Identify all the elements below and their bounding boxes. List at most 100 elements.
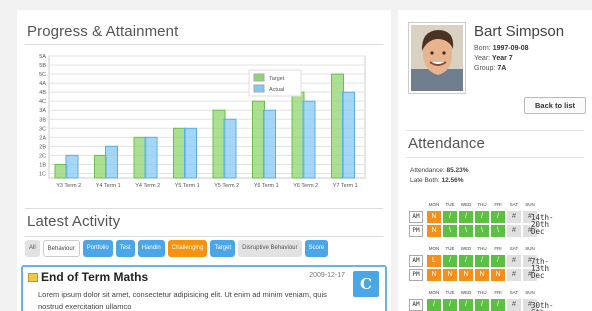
bar-target	[252, 100, 265, 179]
activity-title: Latest Activity	[27, 213, 121, 230]
attendance-cell[interactable]: /	[443, 255, 457, 267]
week-label-line: Dec	[531, 271, 545, 280]
x-tick-label: Y7 Term 1	[333, 183, 358, 189]
attendance-week: MON TUE WED THU FRI SAT SUN AM N / / / / # # PM N \ \ \ \ # #	[409, 202, 537, 237]
x-tick-label: Y6 Term 1	[254, 183, 279, 189]
attendance-cell[interactable]: \	[491, 225, 505, 237]
attendance-cell[interactable]: N	[427, 225, 441, 237]
activity-card-body: Lorem ipsum dolor sit amet, consectetur …	[38, 290, 327, 311]
day-label: FRI	[494, 290, 502, 295]
bar-target	[133, 136, 147, 179]
x-tick-label: Y4 Term 2	[135, 183, 160, 189]
attendance-cell[interactable]: \	[475, 225, 489, 237]
student-photo	[408, 22, 466, 94]
attendance-cell[interactable]: #	[507, 211, 521, 223]
group-label: Group:	[474, 65, 496, 72]
attendance-value: 85.23%	[446, 167, 469, 174]
y-tick-label: 3B	[39, 117, 46, 123]
y-tick-label: 4A	[39, 81, 46, 87]
week-label: 7th- 13th Dec	[531, 258, 549, 280]
attendance-cell[interactable]: N	[427, 269, 441, 281]
y-tick-label: 2A	[39, 135, 46, 141]
divider	[406, 157, 584, 158]
filter-chip-challenging[interactable]: Challenging	[167, 240, 208, 257]
attendance-cell[interactable]: /	[443, 211, 457, 223]
attendance-cell[interactable]: \	[443, 225, 457, 237]
day-label: MON	[428, 290, 440, 295]
x-tick-label: Y5 Term 2	[214, 183, 239, 189]
y-tick-label: 5C	[39, 72, 46, 78]
y-tick-label: 1C	[39, 171, 46, 177]
attendance-cell[interactable]: /	[475, 255, 489, 267]
attendance-cell[interactable]: \	[459, 225, 473, 237]
day-label: SAT	[509, 246, 519, 251]
y-tick-label: 4C	[39, 99, 46, 105]
attendance-cell[interactable]: #	[507, 299, 521, 311]
activity-card-date: 2009-12-17	[309, 272, 345, 279]
attendance-cell[interactable]: N	[491, 269, 505, 281]
day-header: MON TUE WED THU FRI SAT SUN	[427, 246, 537, 253]
activity-filters: All Behaviour Portfolio Test Handin Challengi…	[25, 240, 329, 257]
attendance-cell[interactable]: /	[491, 211, 505, 223]
grade-badge: C	[353, 271, 379, 297]
attendance-cell[interactable]: N	[459, 269, 473, 281]
attendance-cell[interactable]: L	[427, 255, 441, 267]
attendance-stats: Attendance: 85.23% Late Both: 12.56%	[410, 166, 469, 186]
bar-target	[173, 127, 186, 179]
legend-swatch	[253, 73, 265, 82]
attendance-cell[interactable]: /	[491, 255, 505, 267]
filter-chip-all[interactable]: All	[25, 240, 40, 257]
day-label: SAT	[509, 202, 519, 207]
filter-chip-disruptive-behaviour[interactable]: Disruptive Behaviour	[238, 240, 302, 257]
attendance-cell[interactable]: /	[459, 255, 473, 267]
session-row-am: AM N / / / / # #	[409, 211, 537, 223]
attendance-cell[interactable]: /	[443, 299, 457, 311]
year-value: Year 7	[492, 55, 513, 62]
divider	[25, 44, 383, 45]
attendance-cell[interactable]: /	[459, 299, 473, 311]
day-label: FRI	[494, 246, 502, 251]
day-label: WED	[460, 202, 472, 207]
day-label: SUN	[525, 246, 535, 251]
filter-chip-portfolio[interactable]: Portfolio	[82, 240, 113, 257]
filter-chip-behaviour[interactable]: Behaviour	[42, 240, 80, 257]
student-photo-image	[411, 25, 463, 91]
activity-card[interactable]: End of Term Maths 2009-12-17 C Lorem ips…	[21, 265, 387, 311]
day-label: TUE	[445, 290, 455, 295]
y-tick-label: 5A	[39, 54, 46, 60]
attendance-cell[interactable]: /	[475, 211, 489, 223]
back-to-list-button[interactable]: Back to list	[524, 97, 586, 114]
filter-chip-handin[interactable]: Handin	[137, 240, 165, 257]
day-label: SUN	[525, 202, 535, 207]
student-details: Born: 1997-09-08 Year: Year 7 Group: 7A	[474, 44, 529, 74]
divider	[25, 236, 383, 237]
sidebar: Bart Simpson Born: 1997-09-08 Year: Year…	[398, 10, 592, 311]
attendance-title: Attendance	[408, 135, 485, 152]
attendance-cell[interactable]: N	[443, 269, 457, 281]
student-name: Bart Simpson	[474, 23, 565, 40]
attendance-cell[interactable]: N	[427, 211, 441, 223]
day-label: FRI	[494, 202, 502, 207]
attendance-week: MON TUE WED THU FRI SAT SUN AM L / / / / # # PM N N N N N # #	[409, 246, 537, 281]
legend-label: Actual	[269, 87, 284, 93]
attendance-cell[interactable]: /	[459, 211, 473, 223]
filter-chip-target[interactable]: Target	[210, 240, 236, 257]
y-tick-label: 2C	[39, 153, 46, 159]
activity-card-title: End of Term Maths	[41, 270, 149, 284]
filter-chip-test[interactable]: Test	[115, 240, 135, 257]
x-tick-label: Y5 Term 1	[175, 183, 200, 189]
day-label: THU	[477, 246, 487, 251]
bar-target	[94, 154, 107, 179]
attendance-cell[interactable]: #	[507, 225, 521, 237]
attendance-label: Attendance:	[410, 167, 445, 174]
attendance-cell[interactable]: /	[427, 299, 441, 311]
y-tick-label: 5B	[39, 63, 46, 69]
session-row-am: AM L / / / / # #	[409, 255, 537, 267]
filter-chip-score[interactable]: Score	[304, 240, 329, 257]
group-value: 7A	[497, 65, 507, 72]
attendance-cell[interactable]: #	[507, 269, 521, 281]
attendance-cell[interactable]: #	[507, 255, 521, 267]
attendance-cell[interactable]: /	[491, 299, 505, 311]
attendance-cell[interactable]: N	[475, 269, 489, 281]
attendance-cell[interactable]: /	[475, 299, 489, 311]
